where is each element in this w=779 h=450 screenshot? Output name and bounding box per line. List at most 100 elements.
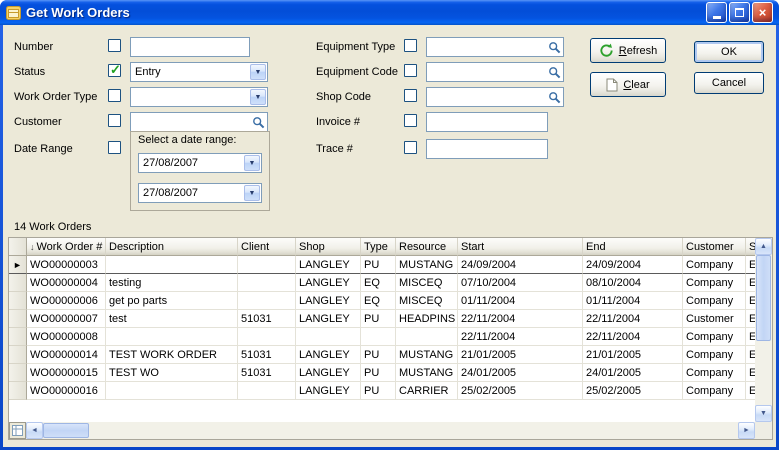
row-selector[interactable] [9, 310, 27, 328]
clear-button[interactable]: Clear [590, 72, 666, 97]
table-cell[interactable]: E [746, 382, 755, 400]
table-cell[interactable] [296, 328, 361, 346]
table-cell[interactable]: Company [683, 328, 746, 346]
table-cell[interactable]: LANGLEY [296, 310, 361, 328]
scroll-right-button[interactable]: ► [738, 422, 755, 439]
table-cell[interactable]: E [746, 256, 755, 274]
row-selector[interactable] [9, 274, 27, 292]
table-cell[interactable]: PU [361, 310, 396, 328]
customer-checkbox[interactable] [108, 114, 121, 127]
trace-checkbox[interactable] [404, 141, 417, 154]
customer-lookup-icon[interactable] [251, 115, 266, 130]
ok-button[interactable]: OK [694, 41, 764, 63]
date-from-select[interactable]: 27/08/2007 ▼ [138, 153, 262, 173]
refresh-button[interactable]: Refresh [590, 38, 666, 63]
table-row[interactable]: WO00000006get po partsLANGLEYEQMISCEQ01/… [9, 292, 755, 310]
table-cell[interactable]: MUSTANG [396, 256, 458, 274]
table-cell[interactable]: E [746, 274, 755, 292]
trace-input[interactable] [426, 139, 548, 159]
table-cell[interactable]: 07/10/2004 [458, 274, 583, 292]
table-cell[interactable]: HEADPINS [396, 310, 458, 328]
table-cell[interactable] [106, 382, 238, 400]
equipment-type-lookup-icon[interactable] [547, 40, 562, 55]
table-cell[interactable]: LANGLEY [296, 364, 361, 382]
table-cell[interactable]: WO00000007 [27, 310, 106, 328]
table-cell[interactable]: WO00000006 [27, 292, 106, 310]
date-to-dropdown-button[interactable]: ▼ [244, 185, 260, 201]
table-cell[interactable]: testing [106, 274, 238, 292]
column-header[interactable]: Start [458, 238, 583, 256]
table-cell[interactable] [361, 328, 396, 346]
table-row[interactable]: WO00000007test51031LANGLEYPUHEADPINS22/1… [9, 310, 755, 328]
scroll-up-button[interactable]: ▲ [755, 238, 772, 255]
table-cell[interactable]: 24/01/2005 [458, 364, 583, 382]
table-row[interactable]: WO00000015TEST WO51031LANGLEYPUMUSTANG24… [9, 364, 755, 382]
table-cell[interactable] [238, 382, 296, 400]
row-selector[interactable] [9, 328, 27, 346]
table-cell[interactable]: PU [361, 346, 396, 364]
table-cell[interactable]: E [746, 346, 755, 364]
table-cell[interactable] [238, 274, 296, 292]
equipment-code-lookup-icon[interactable] [547, 65, 562, 80]
column-header[interactable]: Type [361, 238, 396, 256]
table-cell[interactable]: LANGLEY [296, 346, 361, 364]
column-header[interactable]: Resource [396, 238, 458, 256]
work-order-type-checkbox[interactable] [108, 89, 121, 102]
column-header[interactable]: Description [106, 238, 238, 256]
equipment-type-input[interactable] [426, 37, 564, 57]
column-header[interactable]: Client [238, 238, 296, 256]
table-cell[interactable]: Company [683, 382, 746, 400]
shop-code-checkbox[interactable] [404, 89, 417, 102]
grid-navigator-button[interactable] [9, 422, 26, 439]
table-cell[interactable]: 25/02/2005 [458, 382, 583, 400]
row-selector[interactable]: ► [9, 256, 27, 274]
table-cell[interactable]: test [106, 310, 238, 328]
table-cell[interactable]: Company [683, 274, 746, 292]
table-cell[interactable]: TEST WORK ORDER [106, 346, 238, 364]
shop-code-lookup-icon[interactable] [547, 90, 562, 105]
table-cell[interactable]: Customer [683, 310, 746, 328]
table-cell[interactable]: E [746, 292, 755, 310]
row-selector[interactable] [9, 364, 27, 382]
table-cell[interactable]: WO00000015 [27, 364, 106, 382]
table-cell[interactable]: MUSTANG [396, 364, 458, 382]
table-cell[interactable] [106, 328, 238, 346]
table-cell[interactable]: EQ [361, 274, 396, 292]
table-cell[interactable]: LANGLEY [296, 274, 361, 292]
table-cell[interactable]: 22/11/2004 [458, 310, 583, 328]
table-cell[interactable]: Company [683, 256, 746, 274]
table-cell[interactable]: 51031 [238, 346, 296, 364]
titlebar[interactable]: Get Work Orders × [0, 0, 779, 25]
table-cell[interactable]: WO00000003 [27, 256, 106, 274]
table-row[interactable]: WO0000000822/11/200422/11/2004CompanyE [9, 328, 755, 346]
table-cell[interactable]: E [746, 364, 755, 382]
equipment-code-input[interactable] [426, 62, 564, 82]
table-cell[interactable]: 24/09/2004 [583, 256, 683, 274]
date-to-select[interactable]: 27/08/2007 ▼ [138, 183, 262, 203]
scroll-left-button[interactable]: ◄ [26, 422, 43, 439]
customer-input[interactable] [130, 112, 268, 132]
table-cell[interactable]: MISCEQ [396, 274, 458, 292]
table-cell[interactable] [238, 256, 296, 274]
table-cell[interactable]: WO00000008 [27, 328, 106, 346]
row-selector[interactable] [9, 346, 27, 364]
table-cell[interactable]: 51031 [238, 310, 296, 328]
table-cell[interactable]: 01/11/2004 [583, 292, 683, 310]
close-button[interactable]: × [752, 2, 773, 23]
scroll-down-button[interactable]: ▼ [755, 405, 772, 422]
table-cell[interactable]: 21/01/2005 [583, 346, 683, 364]
table-cell[interactable]: E [746, 328, 755, 346]
equipment-type-checkbox[interactable] [404, 39, 417, 52]
work-order-type-dropdown-button[interactable]: ▼ [250, 89, 266, 105]
table-row[interactable]: WO00000014TEST WORK ORDER51031LANGLEYPUM… [9, 346, 755, 364]
horizontal-scroll-thumb[interactable] [43, 423, 89, 438]
status-select[interactable]: Entry ▼ [130, 62, 268, 82]
table-cell[interactable]: MUSTANG [396, 346, 458, 364]
table-cell[interactable] [106, 256, 238, 274]
table-cell[interactable]: TEST WO [106, 364, 238, 382]
table-cell[interactable]: 22/11/2004 [583, 328, 683, 346]
table-row[interactable]: WO00000016LANGLEYPUCARRIER25/02/200525/0… [9, 382, 755, 400]
shop-code-input[interactable] [426, 87, 564, 107]
table-row[interactable]: ►WO00000003LANGLEYPUMUSTANG24/09/200424/… [9, 256, 755, 274]
table-cell[interactable]: PU [361, 364, 396, 382]
